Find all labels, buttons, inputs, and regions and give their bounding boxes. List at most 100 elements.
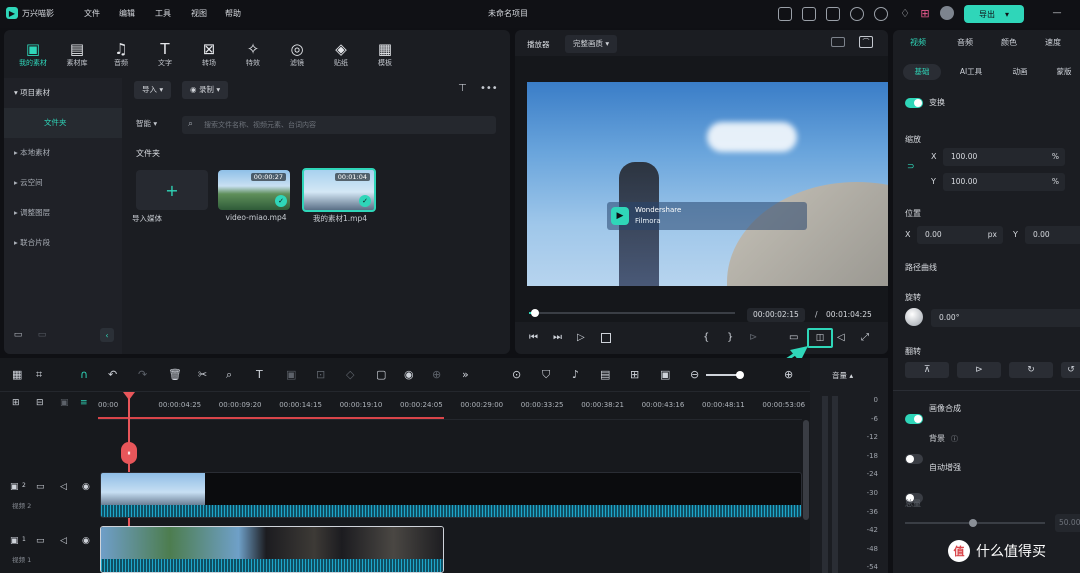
fullscreen-icon[interactable]: ⤢ [861,332,869,343]
undo-icon[interactable]: ↶ [108,368,117,381]
snapshot-icon[interactable]: ⌒ [859,36,873,48]
tool-filter[interactable]: ◎ 滤镜 [280,40,314,74]
tool-effects[interactable]: ✧ 特效 [236,40,270,74]
media-thumbnail[interactable]: 00:01:04 ✓ [302,168,376,212]
gift-icon[interactable]: ♢ [898,6,912,20]
media-thumbnail[interactable]: 00:00:27 ✓ [218,170,290,210]
filter-sort-icon[interactable]: ⊤ [458,83,467,94]
folder-icon[interactable]: ▭ [36,482,45,492]
link-icon[interactable]: ⊃ [907,162,915,172]
amount-slider-track[interactable] [905,519,1045,527]
sidebar-item-cloud[interactable]: ▸ 云空间 [4,168,122,198]
speed-icon[interactable]: ⊕ [432,368,441,381]
scale-x-field[interactable]: 100.00% [943,148,1065,166]
menu-help[interactable]: 帮助 [225,8,241,19]
marker-icon[interactable]: ▢ [376,368,386,381]
import-media-tile[interactable]: + [136,170,208,210]
folder-outline-icon[interactable]: ▭ [36,330,48,340]
adjust-icon[interactable]: ▣ [286,368,296,381]
sidebar-item-compound[interactable]: ▸ 联合片段 [4,228,122,258]
menu-edit[interactable]: 编辑 [119,8,135,19]
tool-template[interactable]: ▦ 模板 [368,40,402,74]
rotate-ccw-icon[interactable]: ↺ [1061,362,1080,378]
mark-in-icon[interactable]: { [703,332,709,343]
mic-icon[interactable]: ♪ [572,368,579,381]
step-icon[interactable]: ⏭ [553,332,562,343]
subtab-animation[interactable]: 动画 [1001,64,1039,80]
scale-y-field[interactable]: 100.00% [943,173,1065,191]
playhead-handle[interactable]: ⏸ [121,442,137,464]
support-icon[interactable] [874,7,888,21]
record-voice-icon[interactable]: ◉ [404,368,414,381]
more-tools-icon[interactable]: » [462,368,469,381]
tool-my-media[interactable]: ▣ 我的素材 [16,40,50,74]
tool-transition[interactable]: ⊠ 转场 [192,40,226,74]
compare-icon[interactable] [831,37,845,47]
composite-toggle[interactable] [905,414,923,424]
rotate-cw-icon[interactable]: ↻ [1009,362,1053,378]
video-clip[interactable] [100,472,802,518]
tool-audio[interactable]: ♫ 音频 [104,40,138,74]
background-toggle[interactable] [905,454,923,464]
tab-speed[interactable]: 速度 [1031,30,1075,56]
folder-icon[interactable]: ▭ [36,536,45,546]
import-button[interactable]: 导入 ▾ [134,81,172,99]
subtab-basic[interactable]: 基础 [903,64,941,80]
zoom-slider[interactable] [706,371,744,379]
sidebar-item-folder[interactable]: 文件夹 [4,108,122,138]
stop-icon[interactable] [601,333,611,343]
sidebar-item-local[interactable]: ▸ 本地素材 [4,138,122,168]
add-track-icon[interactable]: ⊞ [12,398,20,408]
search-box[interactable]: ⌕ 搜索文件名称、视频元素、台词内容 [182,116,496,134]
search-input[interactable]: 搜索文件名称、视频元素、台词内容 [204,120,316,130]
info-icon[interactable]: ⓘ [951,434,958,444]
cut-icon[interactable]: ✂ [198,368,207,381]
subtitle-icon[interactable]: ▤ [600,368,610,381]
timeline-ruler[interactable]: 00:00 00:00:04:25 00:00:09:20 00:00:14:15 00… [98,392,805,420]
menu-tools[interactable]: 工具 [155,8,171,19]
minimize-icon[interactable]: — [1050,6,1064,20]
play-icon[interactable]: ▷ [577,332,585,343]
quality-dropdown[interactable]: 完整画质 ▾ [565,35,618,53]
meter-label[interactable]: 音量 ▴ [832,370,853,381]
keyframe-icon[interactable]: ◇ [346,368,354,381]
more-icon[interactable]: ••• [480,83,498,94]
tab-audio[interactable]: 音频 [943,30,987,56]
rotate-field[interactable]: 0.00° [931,309,1080,327]
flip-horizontal-icon[interactable]: ⊳ [957,362,1001,378]
cart-icon[interactable]: ⊞ [918,6,932,20]
zoom-in-icon[interactable]: ⊕ [784,368,793,381]
zoom-out-icon[interactable]: ⊖ [690,368,699,381]
monitor-icon[interactable] [778,7,792,21]
delete-icon[interactable]: 🗑 [168,368,182,381]
subtab-ai[interactable]: AI工具 [947,64,995,80]
layout-icon[interactable]: ▦ [12,368,22,381]
lock-track-icon[interactable]: ▣ [60,398,69,408]
avatar[interactable] [940,6,954,20]
sort-dropdown[interactable]: 智能 ▾ [136,118,157,129]
eye-icon[interactable]: ◉ [82,536,90,546]
redo-icon[interactable]: ↷ [138,368,147,381]
timeline-scrollbar[interactable] [803,420,809,520]
magnet-icon[interactable]: ∩ [80,368,88,381]
volume-icon[interactable]: ◁ [837,332,845,343]
save-icon[interactable] [826,7,840,21]
zoom-icon[interactable]: ⌕ [226,368,232,382]
video-clip[interactable] [100,526,444,573]
cloud-icon[interactable] [850,7,864,21]
tab-video[interactable]: 视频 [893,30,943,56]
subtab-mask[interactable]: 蒙版 [1045,64,1080,80]
pos-y-field[interactable]: 0.00 [1025,226,1080,244]
export-button[interactable]: 导出 ▾ [964,5,1024,23]
render-icon[interactable]: ⊙ [512,368,521,381]
sidebar-item-project[interactable]: ▾ 项目素材 [4,78,122,108]
rotate-dial[interactable] [905,308,923,326]
video-frame[interactable]: ▶ Wondershare Filmora [527,82,888,286]
eye-icon[interactable]: ◉ [82,482,90,492]
zoom-slider-handle[interactable] [736,371,744,379]
new-folder-icon[interactable]: ▭ [12,330,24,340]
shield-icon[interactable]: ⛉ [542,368,550,382]
tab-color[interactable]: 颜色 [987,30,1031,56]
flip-vertical-icon[interactable]: ⊼ [905,362,949,378]
audio-mute-icon[interactable]: ◁ [60,536,67,546]
